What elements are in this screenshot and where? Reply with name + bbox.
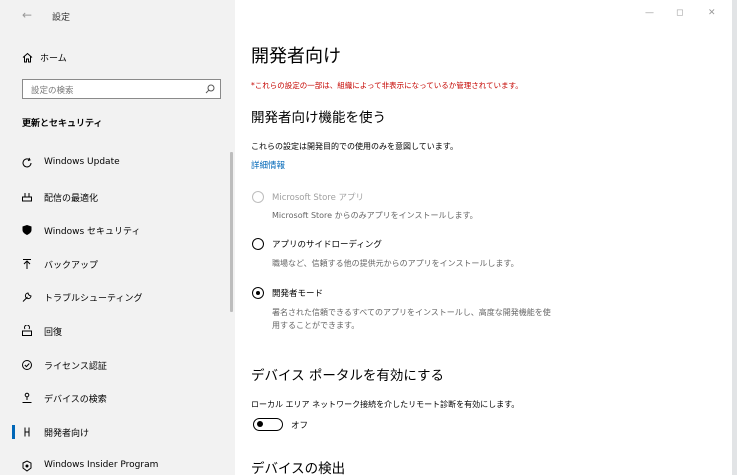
backup-arrow-icon	[20, 257, 34, 271]
device-portal-toggle[interactable]	[253, 418, 283, 431]
option-desc-developer-mode-line1: 署名された信頼できるすべてのアプリをインストールし、高度な開発機能を使	[272, 308, 551, 317]
insider-icon	[20, 459, 34, 473]
sidebar-item-backup[interactable]: バックアップ	[0, 247, 235, 281]
home-label: ホーム	[40, 53, 67, 64]
sidebar-item-label: 配信の最適化	[44, 194, 99, 204]
toggle-knob	[257, 421, 263, 427]
refresh-icon	[20, 156, 34, 170]
sidebar-item-activation[interactable]: ライセンス認証	[0, 348, 235, 382]
sidebar-item-label: ライセンス認証	[44, 362, 107, 372]
sidebar-item-troubleshoot[interactable]: トラブルシューティング	[0, 280, 235, 314]
section-title: 更新とセキュリティ	[22, 119, 103, 129]
search-input[interactable]: 設定の検索	[22, 79, 221, 99]
radio-developer-mode[interactable]	[252, 287, 264, 299]
minimize-icon[interactable]: —	[645, 8, 654, 18]
sidebar-item-insider[interactable]: Windows Insider Program	[0, 449, 235, 475]
device-portal-description: ローカル エリア ネットワーク接続を介したリモート診断を有効にします。	[251, 400, 520, 409]
sidebar-item-windows-security[interactable]: Windows セキュリティ	[0, 213, 235, 247]
radio-sideload-apps[interactable]	[252, 238, 264, 250]
search-placeholder: 設定の検索	[31, 86, 74, 96]
toggle-state-label: オフ	[291, 421, 309, 431]
home-icon	[22, 52, 40, 63]
sidebar-item-label: 開発者向け	[44, 429, 90, 439]
search-icon[interactable]	[205, 84, 215, 97]
sidebar-item-label: バックアップ	[44, 261, 99, 271]
option-desc-store-apps: Microsoft Store からのみアプリをインストールします。	[272, 211, 478, 220]
app-title: 設定	[52, 13, 71, 23]
learn-more-link[interactable]: 詳細情報	[251, 159, 285, 171]
dev-features-description: これらの設定は開発目的での使用のみを意図しています。	[251, 142, 458, 151]
home-link[interactable]: ホーム	[22, 48, 67, 66]
option-desc-developer-mode-line2: 用することができます。	[272, 321, 360, 330]
maximize-icon[interactable]: ◻	[676, 8, 683, 18]
sidebar-item-delivery-optimization[interactable]: 配信の最適化	[0, 180, 235, 214]
sidebar-item-label: デバイスの検索	[44, 395, 107, 405]
back-arrow-icon[interactable]: ←	[22, 8, 32, 22]
managed-notice: *これらの設定の一部は、組織によって非表示になっているか管理されています。	[251, 81, 523, 90]
settings-window: ← 設定 ホーム 設定の検索 更新とセキュリティ Windows Update	[0, 0, 733, 475]
check-circle-icon	[20, 358, 34, 372]
background-strip	[732, 0, 737, 475]
sidebar-scrollbar[interactable]	[230, 152, 233, 312]
option-label-developer-mode: 開発者モード	[272, 289, 324, 299]
sidebar-item-windows-update[interactable]: Windows Update	[0, 146, 235, 180]
selection-indicator	[12, 425, 15, 439]
option-desc-sideload-apps: 職場など、信頼する他の提供元からのアプリをインストールします。	[272, 259, 519, 268]
developer-icon	[20, 425, 34, 439]
sidebar-item-label: 回復	[44, 328, 63, 338]
option-label-sideload-apps: アプリのサイドローディング	[272, 240, 382, 250]
sidebar-item-label: Windows Update	[44, 157, 120, 167]
radio-store-apps[interactable]	[252, 191, 264, 203]
find-device-icon	[20, 391, 34, 405]
close-icon[interactable]: ✕	[708, 8, 716, 18]
sidebar-item-recovery[interactable]: 回復	[0, 314, 235, 348]
dev-features-heading: 開発者向け機能を使う	[251, 110, 386, 126]
device-discovery-heading: デバイスの検出	[251, 461, 346, 475]
sidebar-item-label: トラブルシューティング	[44, 294, 143, 304]
sidebar: ← 設定 ホーム 設定の検索 更新とセキュリティ Windows Update	[0, 0, 235, 475]
recovery-icon	[20, 324, 34, 338]
page-title: 開発者向け	[251, 46, 341, 67]
device-portal-heading: デバイス ポータルを有効にする	[251, 368, 445, 384]
main-content: — ◻ ✕ 開発者向け *これらの設定の一部は、組織によって非表示になっているか…	[235, 0, 732, 475]
wrench-icon	[20, 290, 34, 304]
sidebar-item-label: Windows セキュリティ	[44, 227, 141, 237]
sidebar-item-find-device[interactable]: デバイスの検索	[0, 381, 235, 415]
option-label-store-apps: Microsoft Store アプリ	[272, 193, 365, 203]
sidebar-item-developer[interactable]: 開発者向け	[0, 415, 235, 449]
sidebar-item-label: Windows Insider Program	[44, 460, 159, 470]
title-bar: ← 設定	[0, 0, 235, 32]
shield-icon	[20, 223, 34, 237]
delivery-optimization-icon	[20, 190, 34, 204]
